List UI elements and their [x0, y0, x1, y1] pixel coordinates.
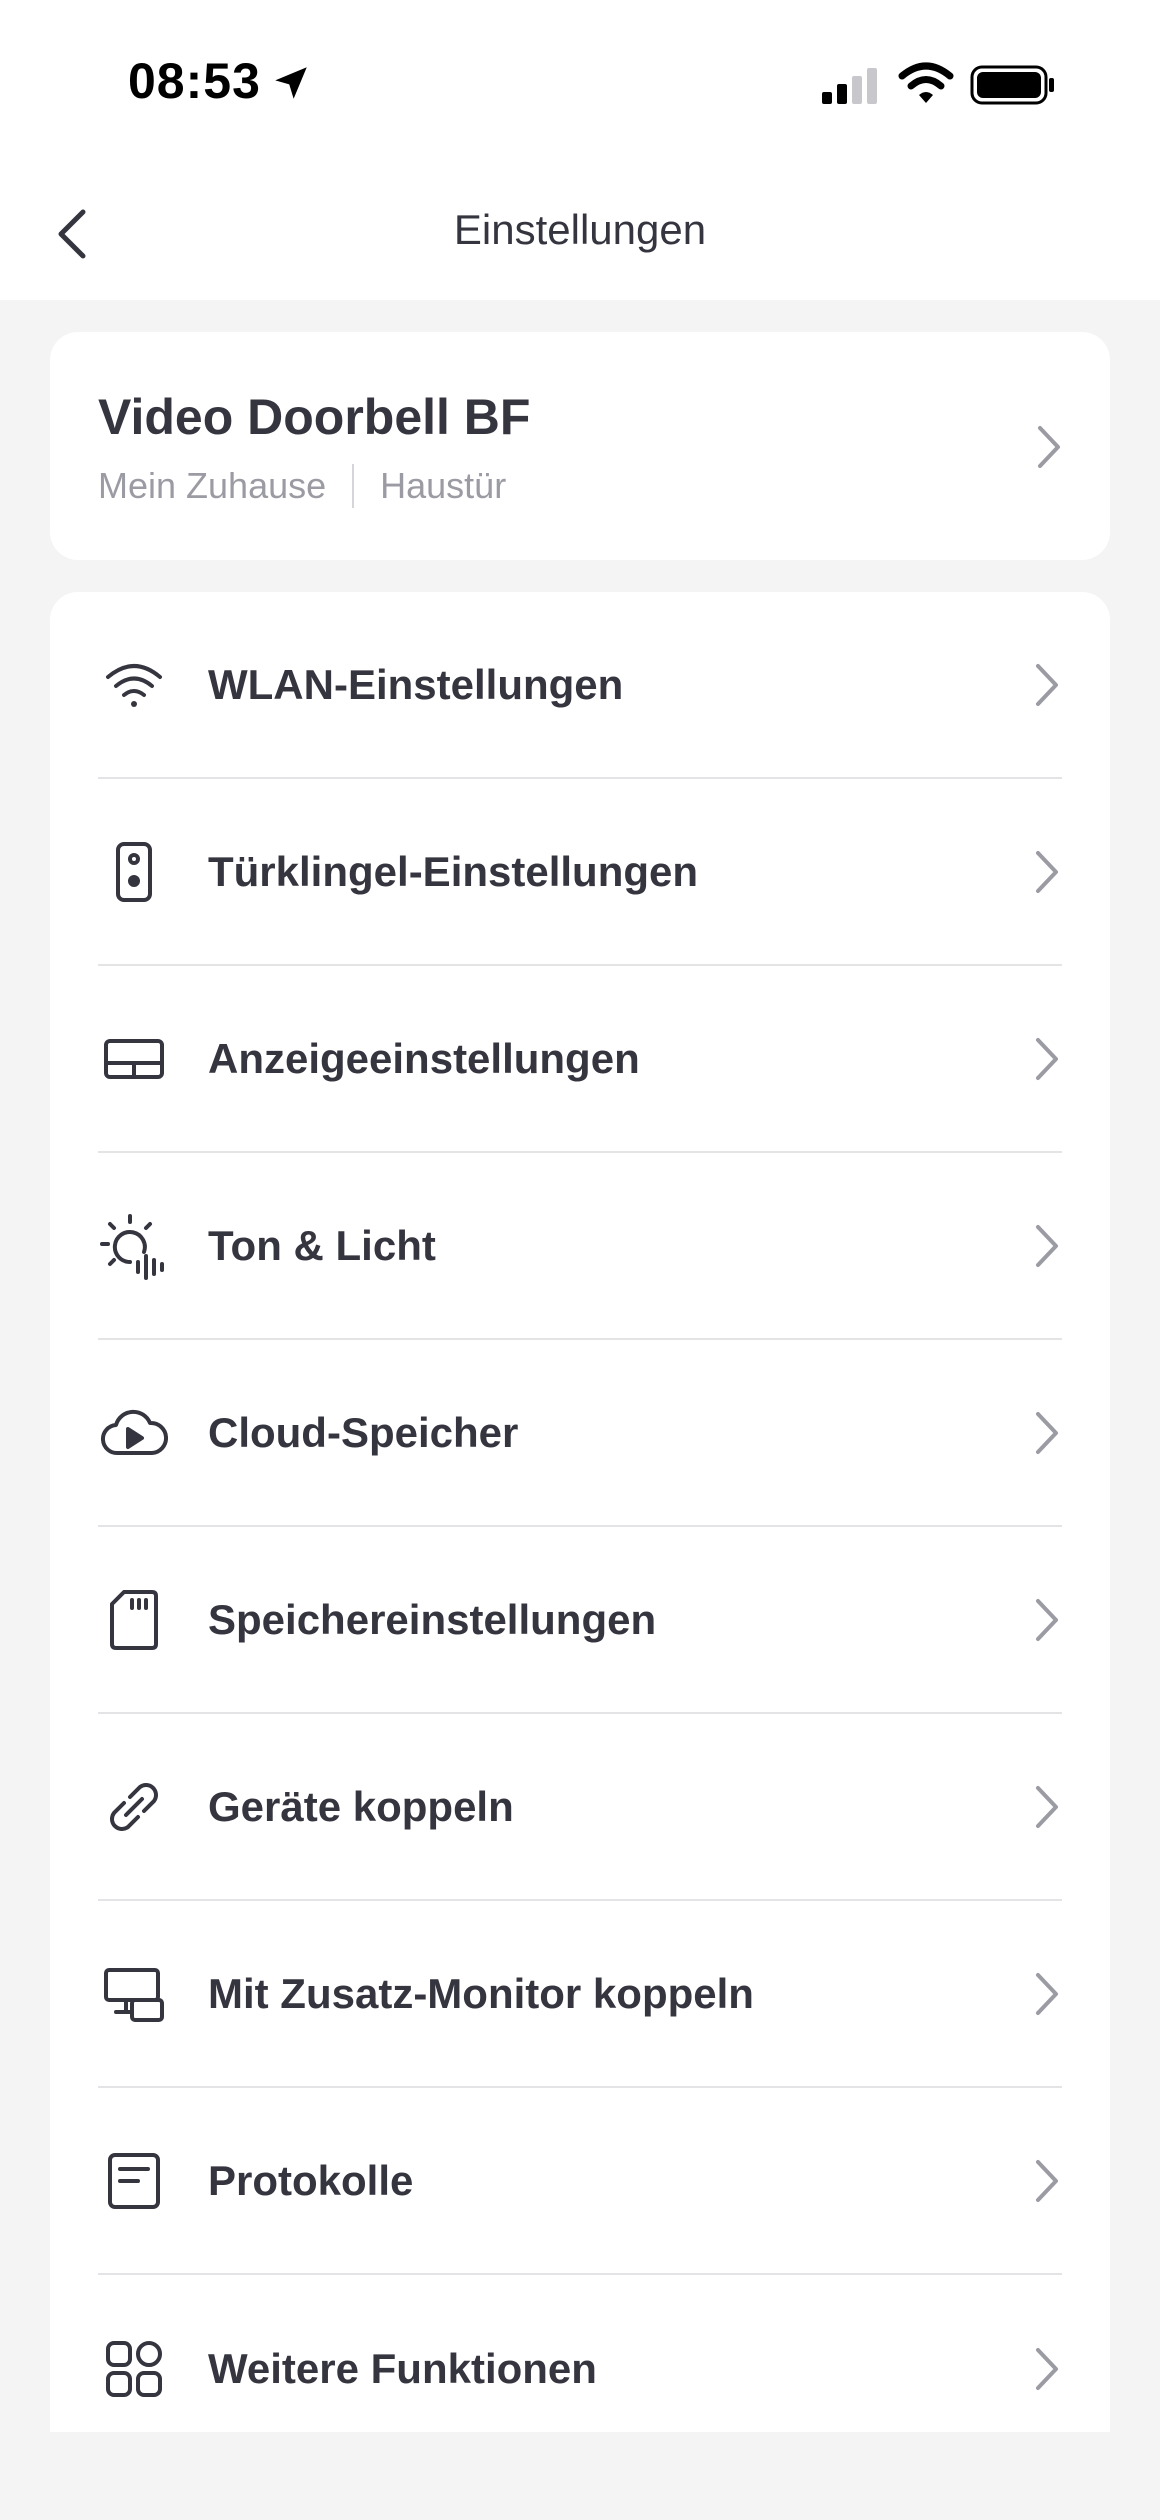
settings-item-label: Speichereinstellungen — [208, 1595, 657, 1643]
monitor-pair-icon — [98, 1958, 170, 2030]
location-arrow-icon — [275, 67, 307, 99]
chevron-right-icon — [1036, 663, 1058, 706]
device-subtitle: Mein Zuhause Haustür — [98, 464, 506, 508]
device-home: Mein Zuhause — [98, 465, 327, 506]
settings-item-label: Geräte koppeln — [208, 1782, 514, 1830]
settings-item-display[interactable]: Anzeigeeinstellungen — [98, 966, 1062, 1153]
chevron-right-icon — [1036, 2159, 1058, 2202]
chevron-right-icon — [1036, 1972, 1058, 2015]
chevron-right-icon — [1036, 1598, 1058, 1641]
settings-item-logs[interactable]: Protokolle — [98, 2088, 1062, 2275]
device-location: Haustür — [380, 465, 507, 506]
divider — [352, 464, 355, 508]
chevron-right-icon — [1036, 1037, 1058, 1080]
settings-item-label: Anzeigeeinstellungen — [208, 1034, 640, 1082]
chevron-right-icon — [1038, 426, 1060, 468]
doorbell-icon — [98, 836, 170, 908]
wifi-icon — [98, 649, 170, 721]
settings-item-wlan[interactable]: WLAN-Einstellungen — [98, 592, 1062, 779]
chevron-right-icon — [1036, 1411, 1058, 1454]
settings-item-label: Protokolle — [208, 2156, 414, 2204]
settings-item-label: Cloud-Speicher — [208, 1408, 519, 1456]
cellular-signal-icon — [822, 68, 877, 104]
page-title: Einstellungen — [453, 206, 707, 253]
wifi-status-icon — [898, 62, 954, 103]
settings-item-label: Weitere Funktionen — [208, 2344, 597, 2392]
chevron-right-icon — [1036, 2347, 1058, 2390]
device-card[interactable]: Video Doorbell BF Mein Zuhause Haustür — [50, 332, 1110, 560]
settings-item-label: Mit Zusatz-Monitor koppeln — [208, 1969, 754, 2017]
settings-list: WLAN-Einstellungen Türklingel-Einstellun… — [50, 592, 1110, 2432]
nav-bar: Einstellungen — [0, 170, 1160, 300]
sound-light-icon — [98, 1210, 170, 1282]
settings-item-pair-monitor[interactable]: Mit Zusatz-Monitor koppeln — [98, 1901, 1062, 2088]
settings-item-pair-devices[interactable]: Geräte koppeln — [98, 1714, 1062, 1901]
settings-item-doorbell[interactable]: Türklingel-Einstellungen — [98, 779, 1062, 966]
display-icon — [98, 1023, 170, 1095]
chevron-right-icon — [1036, 1224, 1058, 1267]
settings-item-cloud[interactable]: Cloud-Speicher — [98, 1340, 1062, 1527]
device-name: Video Doorbell BF — [98, 389, 531, 445]
link-icon — [98, 1771, 170, 1843]
sd-card-icon — [98, 1584, 170, 1656]
cloud-play-icon — [98, 1397, 170, 1469]
chevron-right-icon — [1036, 1785, 1058, 1828]
settings-item-label: WLAN-Einstellungen — [208, 660, 624, 708]
settings-item-sound-light[interactable]: Ton & Licht — [98, 1153, 1062, 1340]
settings-item-more-functions[interactable]: Weitere Funktionen — [98, 2275, 1062, 2432]
chevron-right-icon — [1036, 850, 1058, 893]
settings-item-label: Türklingel-Einstellungen — [208, 847, 699, 895]
battery-icon — [970, 65, 1054, 105]
log-icon — [98, 2145, 170, 2217]
status-time: 08:53 — [128, 53, 261, 109]
settings-item-label: Ton & Licht — [208, 1221, 436, 1269]
grid-icon — [98, 2333, 170, 2405]
settings-item-storage[interactable]: Speichereinstellungen — [98, 1527, 1062, 1714]
status-bar: 08:53 — [0, 0, 1160, 170]
